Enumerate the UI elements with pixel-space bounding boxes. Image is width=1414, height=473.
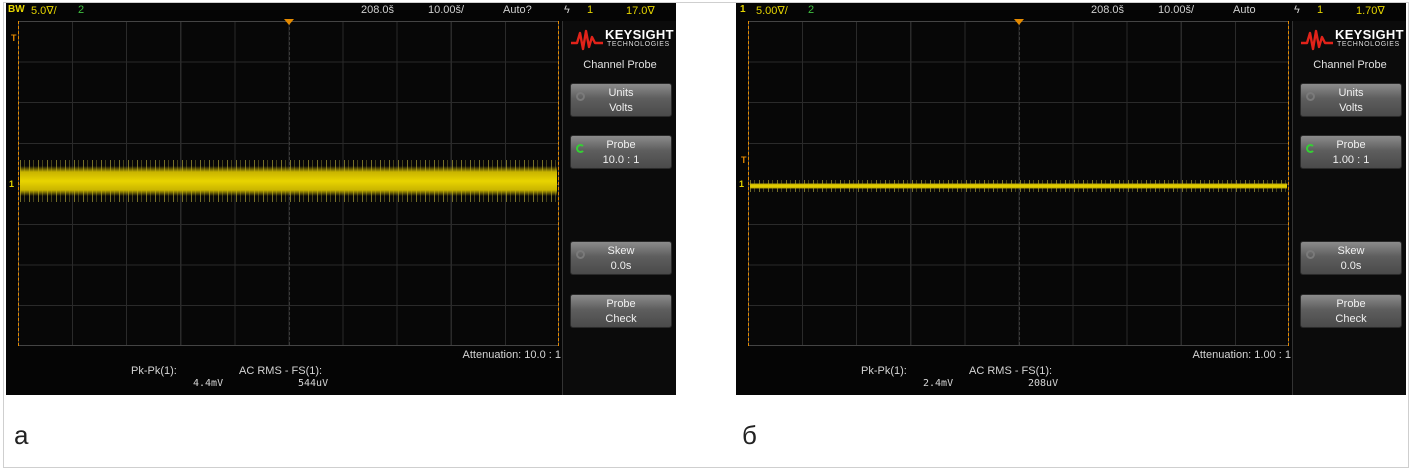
units-softkey[interactable]: Units Volts bbox=[570, 83, 672, 117]
menu-title: Channel Probe bbox=[583, 59, 657, 71]
keysight-wave-icon bbox=[571, 29, 603, 51]
knob-icon bbox=[1306, 250, 1315, 259]
trigger-position-marker[interactable] bbox=[284, 19, 294, 25]
figure-caption-a: а bbox=[14, 420, 29, 450]
trigger-mode[interactable]: Auto bbox=[1233, 4, 1256, 16]
logo-name: KEYSIGHT bbox=[605, 27, 674, 42]
ac-rms-label: AC RMS - FS(1): bbox=[969, 365, 1053, 377]
pk-pk-label: Pk-Pk(1): bbox=[131, 365, 177, 377]
figure-caption-b: б bbox=[742, 420, 757, 450]
softkey-label: Skew bbox=[1337, 245, 1365, 257]
softkey-value: 10.0 : 1 bbox=[602, 154, 640, 166]
softkey-label: Skew bbox=[607, 245, 635, 257]
probe-ratio-softkey[interactable]: Probe 10.0 : 1 bbox=[570, 135, 672, 169]
time-offset[interactable]: 208.0š bbox=[1091, 4, 1124, 16]
trigger-level[interactable]: 1.70∇ bbox=[1356, 4, 1385, 17]
trigger-position-marker[interactable] bbox=[1014, 19, 1024, 25]
ac-rms-value: 544uV bbox=[298, 378, 329, 389]
softkey-value: Volts bbox=[1339, 102, 1363, 114]
skew-softkey[interactable]: Skew 0.0s bbox=[570, 241, 672, 275]
probe-check-softkey[interactable]: Probe Check bbox=[570, 294, 672, 328]
ac-rms-value: 208uV bbox=[1028, 378, 1059, 389]
pk-pk-label: Pk-Pk(1): bbox=[861, 365, 907, 377]
softkey-label: Probe bbox=[1336, 139, 1366, 151]
softkey-label: Probe bbox=[1336, 298, 1366, 310]
softkey-label: Probe bbox=[606, 139, 636, 151]
knob-active-icon bbox=[576, 144, 585, 153]
trigger-mode[interactable]: Auto? bbox=[503, 4, 532, 16]
softkey-label: Probe bbox=[606, 298, 636, 310]
waveform-trace bbox=[750, 183, 1287, 189]
trigger-channel[interactable]: 1 bbox=[587, 4, 593, 16]
trigger-channel[interactable]: 1 bbox=[1317, 4, 1323, 16]
time-per-div[interactable]: 10.00š/ bbox=[1158, 4, 1194, 16]
oscilloscope-screen-a: BW 5.0∇/ 2 208.0š 10.00š/ Auto? ϟ 1 17.0… bbox=[6, 3, 676, 395]
left-time-marker bbox=[748, 21, 749, 346]
waveform-trace bbox=[20, 166, 557, 196]
trigger-level-marker[interactable]: T bbox=[741, 155, 747, 165]
channel-badge: BW bbox=[8, 4, 25, 15]
waveform-grid[interactable] bbox=[18, 21, 559, 346]
volts-per-div[interactable]: 5.0∇/ bbox=[31, 4, 57, 17]
softkey-value: Volts bbox=[609, 102, 633, 114]
trigger-edge-icon: ϟ bbox=[564, 4, 570, 16]
keysight-logo: KEYSIGHT TECHNOLOGIES bbox=[1301, 27, 1405, 53]
softkey-value: Check bbox=[1335, 313, 1367, 325]
knob-icon bbox=[1306, 92, 1315, 101]
trigger-edge-icon: ϟ bbox=[1294, 4, 1300, 16]
channel-badge: 1 bbox=[740, 4, 746, 15]
softkey-panel: KEYSIGHT TECHNOLOGIES Channel Probe Unit… bbox=[1292, 21, 1406, 395]
knob-icon bbox=[576, 92, 585, 101]
units-softkey[interactable]: Units Volts bbox=[1300, 83, 1402, 117]
trigger-level[interactable]: 17.0∇ bbox=[626, 4, 655, 17]
ac-rms-label: AC RMS - FS(1): bbox=[239, 365, 323, 377]
oscilloscope-screen-b: 1 5.00∇/ 2 208.0š 10.00š/ Auto ϟ 1 1.70∇… bbox=[736, 3, 1406, 395]
waveform-grid[interactable] bbox=[748, 21, 1289, 346]
trigger-level-marker[interactable]: T bbox=[11, 33, 17, 43]
time-per-div[interactable]: 10.00š/ bbox=[428, 4, 464, 16]
softkey-label: Units bbox=[608, 87, 634, 99]
keysight-logo: KEYSIGHT TECHNOLOGIES bbox=[571, 27, 675, 53]
left-time-marker bbox=[18, 21, 19, 346]
channel-2-indicator[interactable]: 2 bbox=[78, 4, 84, 16]
softkey-value: Check bbox=[605, 313, 637, 325]
channel-1-ground-marker[interactable]: 1 bbox=[9, 179, 14, 189]
volts-per-div[interactable]: 5.00∇/ bbox=[756, 4, 788, 17]
softkey-label: Units bbox=[1338, 87, 1364, 99]
softkey-value: 0.0s bbox=[1340, 260, 1362, 272]
channel-1-ground-marker[interactable]: 1 bbox=[739, 179, 744, 189]
pk-pk-value: 4.4mV bbox=[193, 378, 224, 389]
pk-pk-value: 2.4mV bbox=[923, 378, 954, 389]
right-time-marker bbox=[1288, 21, 1289, 346]
logo-subtitle: TECHNOLOGIES bbox=[1337, 41, 1400, 48]
softkey-panel: KEYSIGHT TECHNOLOGIES Channel Probe Unit… bbox=[562, 21, 676, 395]
logo-subtitle: TECHNOLOGIES bbox=[607, 41, 670, 48]
status-bar: 1 5.00∇/ 2 208.0š 10.00š/ Auto ϟ 1 1.70∇ bbox=[736, 3, 1406, 18]
softkey-value: 1.00 : 1 bbox=[1332, 154, 1370, 166]
menu-title: Channel Probe bbox=[1313, 59, 1387, 71]
probe-check-softkey[interactable]: Probe Check bbox=[1300, 294, 1402, 328]
attenuation-readout: Attenuation: 1.00 : 1 bbox=[1192, 349, 1291, 361]
time-offset[interactable]: 208.0š bbox=[361, 4, 394, 16]
status-bar: BW 5.0∇/ 2 208.0š 10.00š/ Auto? ϟ 1 17.0… bbox=[6, 3, 676, 18]
measurement-area: Attenuation: 10.0 : 1 Pk-Pk(1): AC RMS -… bbox=[6, 348, 561, 395]
channel-2-indicator[interactable]: 2 bbox=[808, 4, 814, 16]
keysight-wave-icon bbox=[1301, 29, 1333, 51]
knob-icon bbox=[576, 250, 585, 259]
probe-ratio-softkey[interactable]: Probe 1.00 : 1 bbox=[1300, 135, 1402, 169]
right-time-marker bbox=[558, 21, 559, 346]
knob-active-icon bbox=[1306, 144, 1315, 153]
softkey-value: 0.0s bbox=[610, 260, 632, 272]
logo-name: KEYSIGHT bbox=[1335, 27, 1404, 42]
measurement-area: Attenuation: 1.00 : 1 Pk-Pk(1): AC RMS -… bbox=[736, 348, 1291, 395]
attenuation-readout: Attenuation: 10.0 : 1 bbox=[462, 349, 561, 361]
skew-softkey[interactable]: Skew 0.0s bbox=[1300, 241, 1402, 275]
